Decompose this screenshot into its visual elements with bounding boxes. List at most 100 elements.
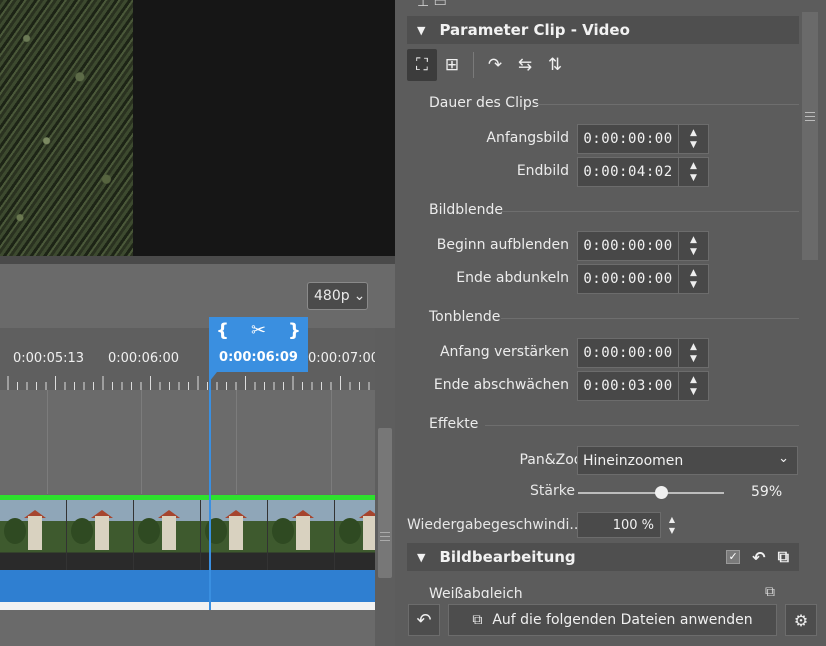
timeline-scrollbar[interactable]: [375, 328, 395, 646]
toolbar-separator: [473, 52, 474, 78]
playhead-marker[interactable]: { ✂ } 0:00:06:09: [209, 317, 308, 382]
strength-slider-track[interactable]: [578, 492, 724, 494]
spinner[interactable]: ▲ ▼: [679, 338, 709, 368]
chevron-up-icon[interactable]: ▲: [690, 267, 697, 279]
gear-icon: ⚙: [793, 610, 809, 630]
rotate-icon[interactable]: ↷: [480, 49, 510, 81]
chevron-down-icon[interactable]: ▼: [690, 246, 697, 258]
flip-horizontal-icon[interactable]: ⇆: [510, 49, 540, 81]
chevron-down-icon[interactable]: ▼: [690, 386, 697, 398]
spinner[interactable]: ▲ ▼: [679, 264, 709, 294]
video-preview: [0, 0, 395, 256]
chevron-up-icon[interactable]: ▲: [690, 127, 697, 139]
field-label: Ende abdunkeln: [456, 270, 569, 286]
grid-line: [47, 390, 48, 494]
resolution-select[interactable]: 480p ⌄: [307, 282, 368, 310]
undo-icon: ↶: [416, 609, 432, 631]
divider: [535, 104, 799, 105]
chevron-down-icon: ⌄: [353, 288, 366, 304]
image-editing-header[interactable]: ▼ Bildbearbeitung ✓ ↶ ⧉: [407, 543, 799, 571]
volume-down-input[interactable]: 0:00:03:00: [577, 371, 679, 401]
group-label-audio-fade: Tonblende: [429, 309, 501, 325]
speed-label: Wiedergabegeschwindi...: [407, 517, 583, 533]
clip-thumbnail: [67, 500, 134, 570]
spinner[interactable]: ▲ ▼: [679, 371, 709, 401]
chevron-up-icon[interactable]: ▲: [690, 374, 697, 386]
clip-toolbar: ⛶ ⊞ ↷ ⇆ ⇅: [407, 48, 570, 82]
clip-params-title: Parameter Clip - Video: [439, 21, 630, 39]
clip-params-header[interactable]: ▼ Parameter Clip - Video: [407, 16, 799, 44]
timeline-scroll-thumb[interactable]: [378, 428, 392, 578]
speed-input[interactable]: 100 %: [577, 512, 661, 538]
clip-thumbnail: [134, 500, 201, 570]
chevron-up-icon[interactable]: ▲: [669, 514, 675, 525]
playhead-line[interactable]: [209, 345, 211, 610]
field-end-frame: Endbild 0:00:04:02 ▲ ▼: [407, 157, 799, 187]
chevron-up-icon[interactable]: ▲: [690, 160, 697, 172]
apply-button-label: Auf die folgenden Dateien anwenden: [492, 612, 753, 628]
settings-button[interactable]: ⚙: [785, 604, 817, 636]
chevron-up-icon[interactable]: ▲: [690, 341, 697, 353]
properties-panel: ⊥ ▭ ▼ Parameter Clip - Video ⛶ ⊞ ↷ ⇆ ⇅ D…: [395, 0, 826, 646]
group-label-effects: Effekte: [429, 416, 479, 432]
undo-button[interactable]: ↶: [408, 604, 440, 636]
grid-line: [141, 390, 142, 494]
fade-out-input[interactable]: 0:00:00:00: [577, 264, 679, 294]
apply-to-following-button[interactable]: ⧉ Auf die folgenden Dateien anwenden: [448, 604, 777, 636]
fit-frame-icon[interactable]: ⛶: [407, 49, 437, 81]
audio-track-bar[interactable]: [0, 570, 375, 602]
video-clip-thumbnails[interactable]: [0, 500, 375, 570]
divider: [485, 425, 799, 426]
collapse-triangle-icon: ▼: [417, 550, 426, 564]
panzoom-select[interactable]: Hineinzoomen ⌄: [577, 446, 798, 475]
clip-thumbnail: [0, 500, 67, 570]
volume-up-input[interactable]: 0:00:00:00: [577, 338, 679, 368]
end-frame-input[interactable]: 0:00:04:02: [577, 157, 679, 187]
field-label: Endbild: [516, 163, 569, 179]
preview-splitter[interactable]: [0, 256, 395, 264]
chevron-down-icon[interactable]: ▼: [690, 353, 697, 365]
chevron-down-icon[interactable]: ▼: [690, 279, 697, 291]
field-label: Anfangsbild: [486, 130, 569, 146]
fill-frame-icon[interactable]: ⊞: [437, 49, 467, 81]
field-volume-down: Ende abschwächen 0:00:03:00 ▲ ▼: [407, 371, 799, 401]
copy-settings-icon[interactable]: ⧉: [765, 584, 775, 598]
ruler-label: 0:00:06:00: [108, 351, 180, 366]
reset-icon[interactable]: ↶: [752, 548, 765, 567]
speed-spinner[interactable]: ▲ ▼: [661, 512, 683, 538]
preview-frame-image: [0, 0, 133, 256]
strength-label: Stärke: [530, 483, 575, 499]
field-label: Anfang verstärken: [439, 344, 569, 360]
field-fade-out: Ende abdunkeln 0:00:00:00 ▲ ▼: [407, 264, 799, 294]
panel-bottom-bar: ↶ ⧉ Auf die folgenden Dateien anwenden ⚙: [395, 598, 826, 646]
collapsed-tools-icon[interactable]: ⊥ ▭: [417, 0, 447, 10]
chevron-down-icon[interactable]: ▼: [669, 525, 675, 536]
chevron-down-icon[interactable]: ▼: [690, 139, 697, 151]
field-volume-up: Anfang verstärken 0:00:00:00 ▲ ▼: [407, 338, 799, 368]
chevron-up-icon[interactable]: ▲: [690, 234, 697, 246]
timeline-ruler[interactable]: 0:00:05:13 0:00:06:00 0:00:07:00: [0, 328, 379, 390]
clip-thumbnail: [335, 500, 375, 570]
copy-settings-icon[interactable]: ⧉: [778, 547, 789, 567]
chevron-down-icon[interactable]: ▼: [690, 172, 697, 184]
scissors-icon[interactable]: ✂: [251, 320, 266, 341]
flip-vertical-icon[interactable]: ⇅: [540, 49, 570, 81]
field-start-frame: Anfangsbild 0:00:00:00 ▲ ▼: [407, 124, 799, 154]
mark-in-icon[interactable]: {: [216, 320, 229, 341]
grip-icon: [380, 532, 390, 541]
spinner[interactable]: ▲ ▼: [679, 124, 709, 154]
spinner[interactable]: ▲ ▼: [679, 231, 709, 261]
mark-out-icon[interactable]: }: [288, 320, 301, 341]
panel-scrollbar[interactable]: [802, 12, 818, 260]
image-editing-title: Bildbearbeitung: [439, 548, 576, 566]
strength-slider-knob[interactable]: [655, 486, 668, 499]
clip-thumbnail: [268, 500, 335, 570]
fade-in-input[interactable]: 0:00:00:00: [577, 231, 679, 261]
ruler-label: 0:00:07:00: [308, 351, 380, 366]
grid-line: [236, 390, 237, 494]
track-area[interactable]: [0, 390, 375, 494]
spinner[interactable]: ▲ ▼: [679, 157, 709, 187]
enable-checkbox[interactable]: ✓: [726, 550, 741, 564]
grip-icon: [805, 112, 815, 121]
start-frame-input[interactable]: 0:00:00:00: [577, 124, 679, 154]
